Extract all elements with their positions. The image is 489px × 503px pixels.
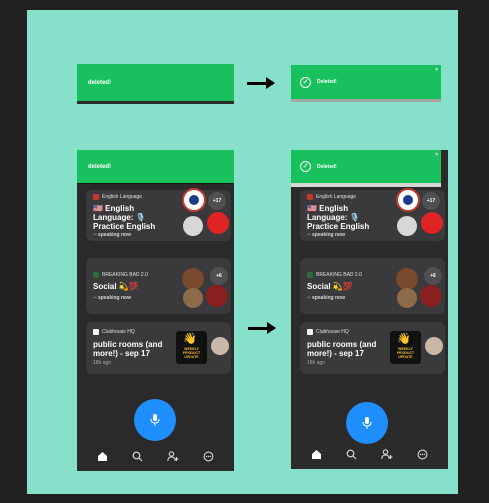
toast-text: deleted! [88,163,112,170]
participant-count: +6 [424,267,442,285]
avatar [207,212,229,234]
avatar [211,337,229,355]
club-icon [307,329,313,335]
room-title: Social 💫💯 [93,282,139,291]
weekly-update-poster: 👋 WEEKLY PRODUCT UPDATE [176,331,207,364]
search-icon[interactable] [131,449,145,463]
club-icon [93,329,99,335]
avatar [420,285,442,307]
club-icon [93,194,99,200]
club-label: English Language [307,194,356,200]
club-label: Clubhouse HQ [307,329,349,335]
room-age: 18h ago [307,360,326,366]
mic-button[interactable] [346,402,388,444]
messages-icon[interactable] [415,447,429,461]
room-card[interactable]: BREAKING BAD 2.0 Social 💫💯 ▫▫ speaking n… [300,258,445,314]
canvas: deleted! ✓ Deleted! × deleted! English L… [27,10,458,494]
avatar [397,288,417,308]
close-icon[interactable]: × [435,152,438,158]
old-toast: deleted! [77,150,234,184]
avatar [421,212,443,234]
poster-text: WEEKLY PRODUCT UPDATE [182,347,201,359]
close-icon[interactable]: × [435,67,438,73]
arrow-right-icon [247,77,275,89]
club-label: Clubhouse HQ [93,329,135,335]
avatar [396,188,420,212]
check-icon: ✓ [300,76,311,88]
phone-after: ✓ Deleted! × English Language 🇺🇸 English… [291,150,448,469]
toast-text: Deleted! [317,163,337,170]
home-icon[interactable] [96,449,110,463]
avatar [183,216,203,236]
room-title: 🇺🇸 English Language: 🎙️ Practice English [307,204,370,231]
room-title: public rooms (and more!) - sep 17 [307,340,377,358]
home-icon[interactable] [310,447,324,461]
room-status: ▫▫ speaking now [93,295,131,301]
wave-icon: 👋 [397,333,411,345]
avatar [425,337,443,355]
toast-underline [291,99,441,102]
club-icon [307,272,313,278]
room-card[interactable]: English Language 🇺🇸 English Language: 🎙️… [300,188,445,241]
avatar [397,216,417,236]
check-icon: ✓ [300,161,311,172]
bottom-nav [77,441,234,471]
new-toast: ✓ Deleted! × [291,65,441,99]
toast-text: Deleted! [317,79,337,85]
add-user-icon[interactable] [380,447,394,461]
toast-underline [291,183,441,187]
arrow-right-icon [248,322,276,334]
club-icon [307,194,313,200]
poster-text: WEEKLY PRODUCT UPDATE [396,347,415,359]
room-title: Social 💫💯 [307,282,353,291]
room-card[interactable]: Clubhouse HQ public rooms (and more!) - … [86,322,231,374]
microphone-icon [362,417,372,429]
microphone-icon [150,414,160,426]
toast-text: deleted! [88,80,112,86]
club-label: BREAKING BAD 2.0 [93,272,148,278]
room-status: ▫▫ speaking now [93,232,131,238]
bottom-nav [291,439,448,469]
room-status: ▫▫ speaking now [307,232,345,238]
mic-button[interactable] [134,399,176,441]
club-icon [93,272,99,278]
add-user-icon[interactable] [166,449,180,463]
avatar [183,288,203,308]
participant-count: +17 [208,192,226,210]
search-icon[interactable] [345,447,359,461]
room-status: ▫▫ speaking now [307,295,345,301]
participant-count: +17 [422,192,440,210]
wave-icon: 👋 [183,333,197,345]
room-title: 🇺🇸 English Language: 🎙️ Practice English [93,204,156,231]
new-toast: ✓ Deleted! × [291,150,441,183]
avatar [206,285,228,307]
phone-before: deleted! English Language 🇺🇸 English Lan… [77,150,234,471]
participant-count: +6 [210,267,228,285]
messages-icon[interactable] [201,449,215,463]
avatar [182,268,204,290]
toast-underline [77,101,234,104]
room-card[interactable]: Clubhouse HQ public rooms (and more!) - … [300,322,445,374]
room-card[interactable]: BREAKING BAD 2.0 Social 💫💯 ▫▫ speaking n… [86,258,231,314]
room-title: public rooms (and more!) - sep 17 [93,340,163,358]
club-label: BREAKING BAD 2.0 [307,272,362,278]
room-card[interactable]: English Language 🇺🇸 English Language: 🎙️… [86,188,231,241]
club-label: English Language [93,194,142,200]
avatar [396,268,418,290]
weekly-update-poster: 👋 WEEKLY PRODUCT UPDATE [390,331,421,364]
old-toast: deleted! [77,64,234,102]
room-age: 18h ago [93,360,112,366]
avatar [182,188,206,212]
